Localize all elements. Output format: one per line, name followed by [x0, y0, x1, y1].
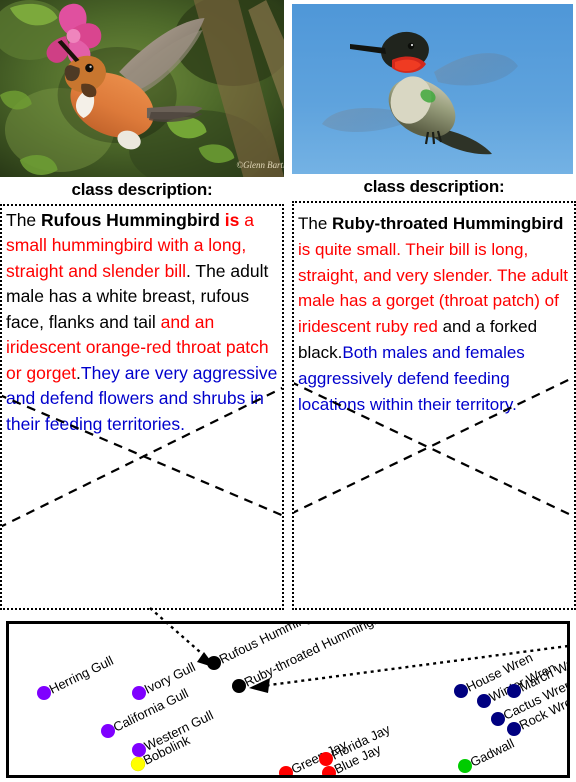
svg-text:©Glenn Bartley: ©Glenn Bartley [236, 160, 284, 170]
panel-ruby-throated: class description: The Ruby-throated Hum… [292, 0, 576, 610]
class-description-text-right: The Ruby-throated Hummingbird is quite s… [292, 201, 576, 610]
class-description-caption-right: class description: [363, 177, 505, 196]
class-description-caption-left: class description: [71, 180, 213, 199]
desc2-seg-0: The [298, 214, 333, 233]
ruby-throated-hummingbird-photo [292, 4, 573, 174]
desc-seg-0: The [6, 210, 42, 230]
scatter-point-label: Herring Gull [47, 653, 116, 697]
desc2-seg-1: Ruby-throated Hummingbird [332, 214, 564, 233]
class-description-panels: ©Glenn Bartley class description: The Ru… [0, 0, 576, 610]
scatter-point-label: Gadwall [468, 736, 517, 770]
species-embedding-scatter-plot[interactable]: Herring Gull Ivory Gull California Gull Wes… [6, 621, 570, 778]
desc-seg-2: is [224, 210, 240, 230]
desc-seg-1: Rufous Hummingbird [41, 210, 225, 230]
class-description-text-left: The Rufous Hummingbird is a small hummin… [0, 204, 284, 610]
scatter-canvas: Herring Gull Ivory GullCalifornia GullWes… [37, 624, 567, 775]
scatter-point-label: Ivory Gull [142, 659, 198, 697]
panel-rufous: ©Glenn Bartley class description: The Ru… [0, 0, 284, 610]
rufous-hummingbird-photo: ©Glenn Bartley [0, 0, 284, 177]
